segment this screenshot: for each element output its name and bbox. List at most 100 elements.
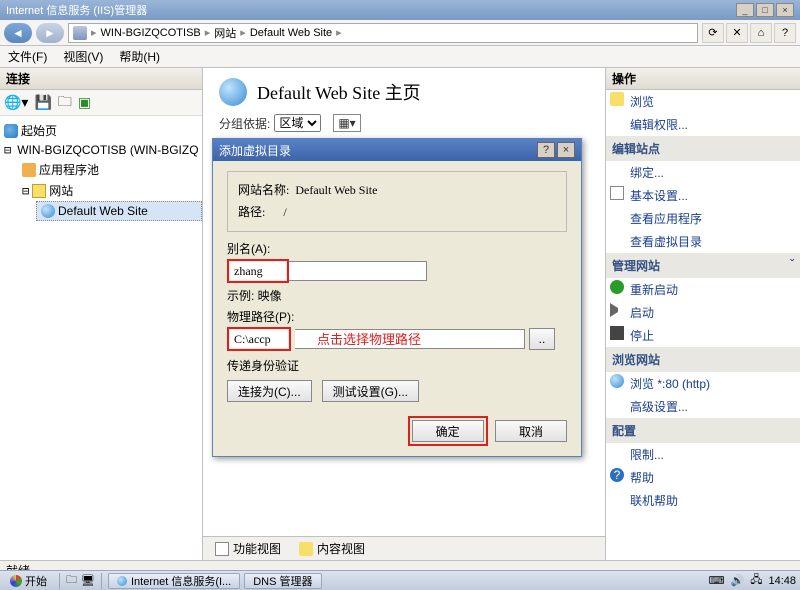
browse-button[interactable]: .. (529, 328, 555, 350)
menu-file[interactable]: 文件(F) (8, 48, 47, 65)
help-button[interactable]: ? (774, 23, 796, 43)
action-online-help[interactable]: 联机帮助 (606, 489, 800, 512)
section-browse-site: 浏览网站 (606, 347, 800, 372)
window-title-text: Internet 信息服务 (IIS)管理器 (6, 2, 734, 18)
site-name-value: Default Web Site (295, 183, 377, 197)
features-icon (215, 542, 229, 556)
tree-toggle[interactable]: ⊟ (22, 184, 29, 198)
save-icon[interactable]: 💾 (34, 94, 51, 111)
connection-tree: 起始页 ⊟ WIN-BGIZQCOTISB (WIN-BGIZQ 应用程序池 ⊟ 网… (0, 116, 202, 225)
quick-launch-desktop[interactable]: 🖥 (81, 574, 95, 587)
server-icon (73, 26, 87, 40)
discard-icon[interactable]: 🗀 (58, 91, 72, 115)
site-name-label: 网站名称: (238, 183, 289, 197)
action-basic-settings[interactable]: 基本设置... (606, 184, 800, 207)
action-stop[interactable]: 停止 (606, 324, 800, 347)
alias-input-rest[interactable] (289, 261, 427, 281)
breadcrumb-sites[interactable]: 网站 (214, 25, 236, 41)
content-icon (299, 542, 313, 556)
action-help[interactable]: ?帮助 (606, 466, 800, 489)
connections-panel: 连接 🌐▾ 💾 🗀 ▣ 起始页 ⊟WIN-BGIZQCOTISB (WIN-BG… (0, 68, 203, 560)
app-pools-node[interactable]: 应用程序池 (39, 161, 99, 178)
minimize-button[interactable]: _ (736, 3, 754, 17)
action-start[interactable]: 启动 (606, 301, 800, 324)
site-node-default[interactable]: Default Web Site (36, 201, 202, 221)
group-by-label: 分组依据: (219, 115, 270, 132)
close-button[interactable]: × (776, 3, 794, 17)
phys-path-input[interactable] (230, 330, 288, 348)
example-text: 示例: 映像 (227, 287, 567, 304)
action-browse[interactable]: 浏览 (606, 90, 800, 113)
site-info-box: 网站名称: Default Web Site 路径: / (227, 171, 567, 232)
breadcrumb-sep: ▸ (91, 26, 97, 39)
menu-bar: 文件(F) 视图(V) 帮助(H) (0, 46, 800, 68)
action-browse-80[interactable]: 浏览 *:80 (http) (606, 372, 800, 395)
alias-input[interactable] (230, 262, 286, 280)
action-view-apps[interactable]: 查看应用程序 (606, 207, 800, 230)
start-button[interactable]: 开始 (4, 573, 53, 589)
group-by-select[interactable]: 区域 (274, 114, 321, 132)
path-label: 路径: (238, 205, 265, 219)
tab-content[interactable]: 内容视图 (291, 538, 373, 559)
globe-icon (41, 204, 55, 218)
tab-features[interactable]: 功能视图 (207, 538, 289, 559)
home-button[interactable]: ⌂ (750, 23, 772, 43)
action-bindings[interactable]: 绑定... (606, 161, 800, 184)
action-edit-perm[interactable]: 编辑权限... (606, 113, 800, 136)
tray-volume-icon[interactable]: 🔊 (731, 574, 745, 587)
nav-toolbar: ◄ ► ▸ WIN-BGIZQCOTISB ▸ 网站 ▸ Default Web… (0, 20, 800, 46)
back-button[interactable]: ◄ (4, 23, 32, 43)
up-icon[interactable]: ▣ (78, 94, 91, 111)
tray-lang-icon[interactable]: ⌨ (709, 574, 725, 587)
pool-icon (22, 163, 36, 177)
view-mode-icon[interactable]: ▦▾ (333, 114, 360, 132)
connect-icon[interactable]: 🌐▾ (4, 94, 28, 111)
refresh-button[interactable]: ⟳ (702, 23, 724, 43)
connections-toolbar: 🌐▾ 💾 🗀 ▣ (0, 90, 202, 116)
action-limits[interactable]: 限制... (606, 443, 800, 466)
maximize-button[interactable]: □ (756, 3, 774, 17)
breadcrumb-server[interactable]: WIN-BGIZQCOTISB (101, 27, 201, 39)
tree-toggle[interactable]: ⊟ (4, 143, 11, 157)
quick-launch-explorer[interactable]: 🗀 (66, 571, 77, 590)
menu-help[interactable]: 帮助(H) (119, 48, 160, 65)
phys-path-label: 物理路径(P): (227, 308, 567, 325)
breadcrumb-site[interactable]: Default Web Site (250, 27, 332, 39)
ok-button[interactable]: 确定 (412, 420, 484, 442)
iis-icon (117, 576, 127, 586)
start-page-node[interactable]: 起始页 (21, 122, 57, 139)
taskbar-item-iis[interactable]: Internet 信息服务(I... (108, 573, 240, 589)
action-view-vdirs[interactable]: 查看虚拟目录 (606, 230, 800, 253)
tray-clock[interactable]: 14:48 (768, 575, 796, 587)
dialog-close-button[interactable]: × (557, 142, 575, 158)
cancel-button[interactable]: 取消 (495, 420, 567, 442)
help-icon: ? (610, 468, 624, 482)
stop-icon (610, 326, 624, 340)
taskbar-item-dns[interactable]: DNS 管理器 (244, 573, 321, 589)
dialog-titlebar[interactable]: 添加虚拟目录 ? × (213, 139, 581, 161)
action-restart[interactable]: 重新启动 (606, 278, 800, 301)
breadcrumb[interactable]: ▸ WIN-BGIZQCOTISB ▸ 网站 ▸ Default Web Sit… (68, 23, 698, 43)
path-value: / (283, 205, 286, 219)
forward-button[interactable]: ► (36, 23, 64, 43)
connect-as-button[interactable]: 连接为(C)... (227, 380, 312, 402)
sites-node[interactable]: 网站 (49, 182, 73, 199)
server-node[interactable]: WIN-BGIZQCOTISB (WIN-BGIZQ (17, 143, 198, 157)
dialog-help-button[interactable]: ? (537, 142, 555, 158)
start-icon (10, 575, 22, 587)
test-settings-button[interactable]: 测试设置(G)... (322, 380, 419, 402)
menu-view[interactable]: 视图(V) (63, 48, 103, 65)
alias-label: 别名(A): (227, 240, 567, 257)
globe-icon (610, 374, 624, 388)
stop-connect-button[interactable]: ✕ (726, 23, 748, 43)
folder-icon (610, 92, 624, 106)
taskbar: 开始 🗀 🖥 Internet 信息服务(I... DNS 管理器 ⌨ 🔊 🖧 … (0, 570, 800, 590)
restart-icon (610, 280, 624, 294)
action-adv-settings[interactable]: 高级设置... (606, 395, 800, 418)
dialog-title: 添加虚拟目录 (219, 142, 535, 159)
tray-network-icon[interactable]: 🖧 (750, 571, 762, 590)
sites-icon (32, 184, 46, 198)
section-manage-site: 管理网站ˇ (606, 253, 800, 278)
system-tray: ⌨ 🔊 🖧 14:48 (709, 571, 796, 590)
collapse-icon[interactable]: ˇ (790, 257, 794, 271)
